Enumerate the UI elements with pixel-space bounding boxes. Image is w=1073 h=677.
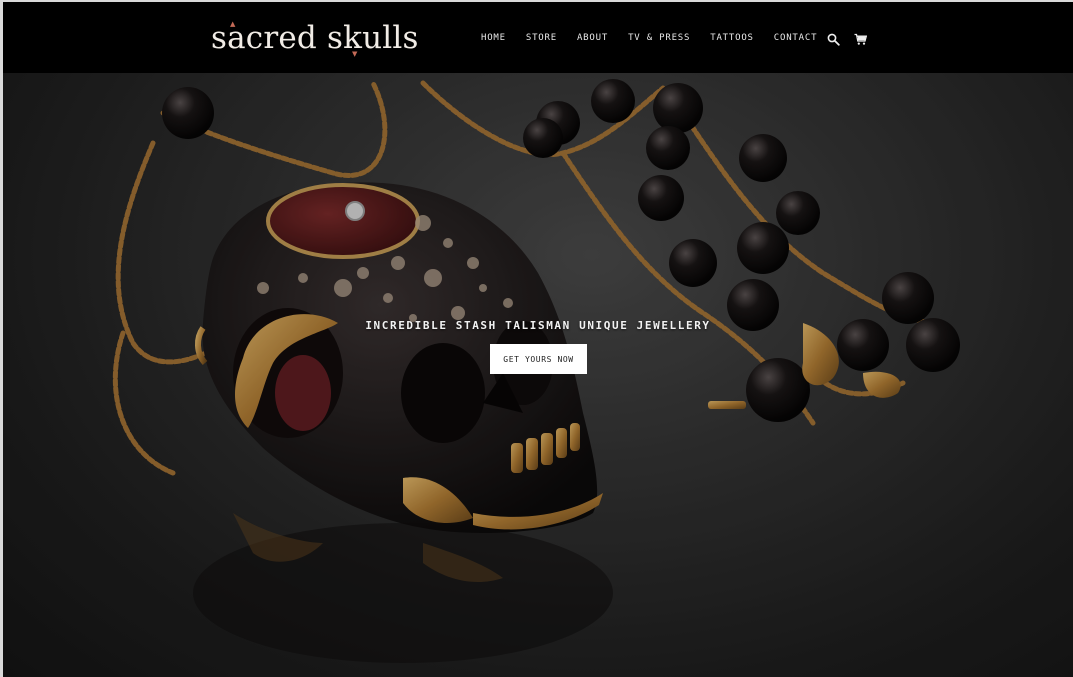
hero-headline: INCREDIBLE STASH TALISMAN UNIQUE JEWELLE… [365,319,711,332]
search-icon[interactable] [827,31,840,46]
nav-tattoos[interactable]: TATTOOS [710,33,754,43]
cart-icon[interactable] [854,31,868,45]
hero-banner: INCREDIBLE STASH TALISMAN UNIQUE JEWELLE… [3,73,1073,677]
nav-tv-press[interactable]: TV & PRESS [628,33,690,43]
site-header: ▲ sacred skulls ▼ HOME STORE ABOUT TV & … [3,2,1073,73]
page-frame: ▲ sacred skulls ▼ HOME STORE ABOUT TV & … [0,0,1073,677]
nav-home[interactable]: HOME [481,33,506,43]
nav-contact[interactable]: CONTACT [774,33,818,43]
hero-overlay [3,73,1073,677]
logo-accent-bottom: ▼ [352,50,358,58]
nav-store[interactable]: STORE [526,33,557,43]
get-yours-now-button[interactable]: GET YOURS NOW [490,344,587,374]
site-logo[interactable]: ▲ sacred skulls ▼ [211,16,419,60]
main-nav: HOME STORE ABOUT TV & PRESS TATTOOS CONT… [481,33,817,43]
logo-text: sacred skulls [211,20,419,56]
nav-about[interactable]: ABOUT [577,33,608,43]
logo-accent-top: ▲ [230,20,236,28]
header-icons [827,31,868,46]
